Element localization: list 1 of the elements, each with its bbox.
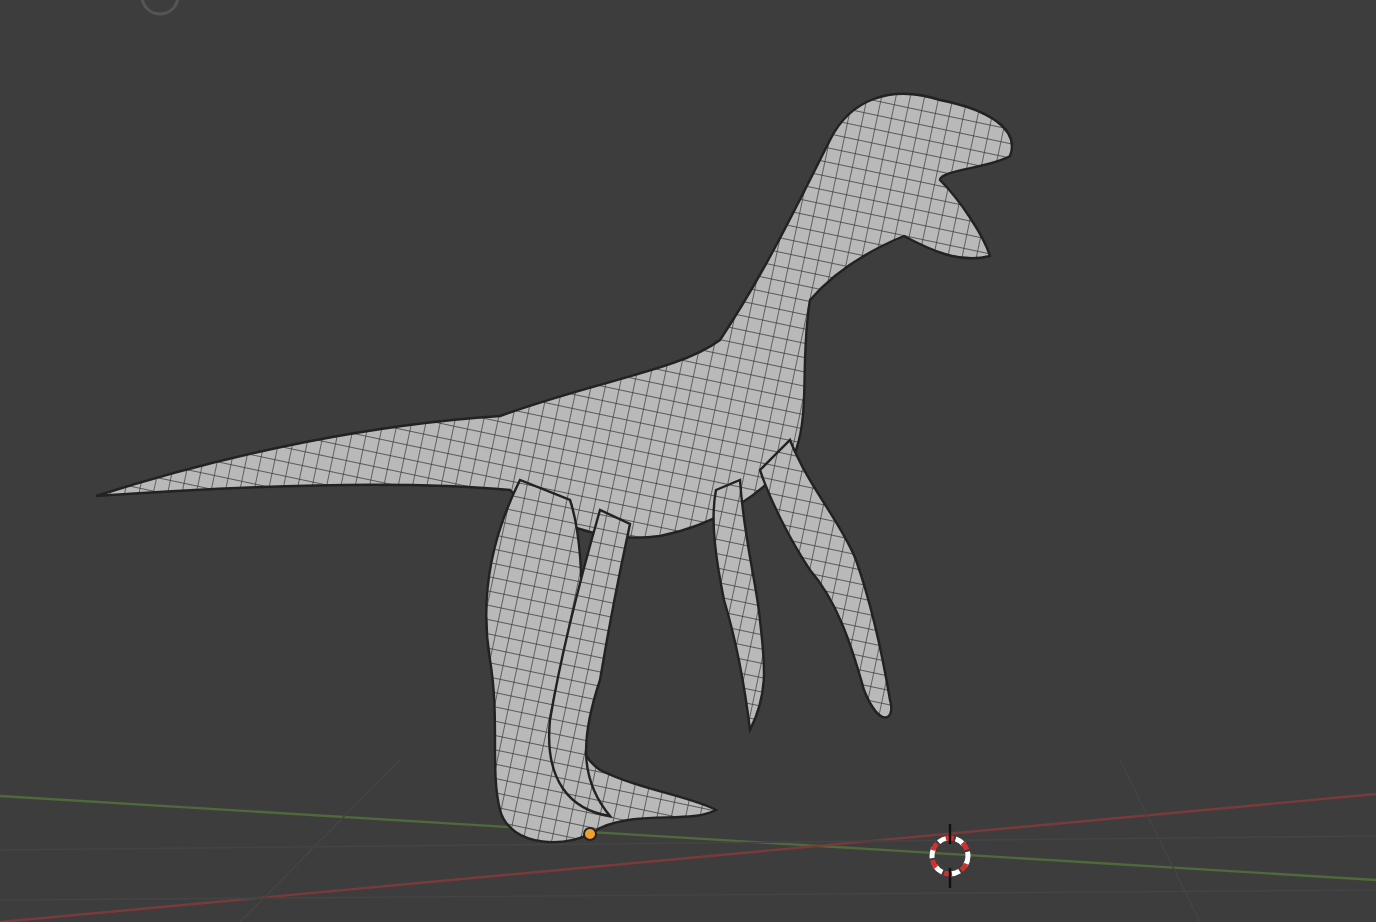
3d-cursor-icon[interactable]: [929, 822, 971, 890]
